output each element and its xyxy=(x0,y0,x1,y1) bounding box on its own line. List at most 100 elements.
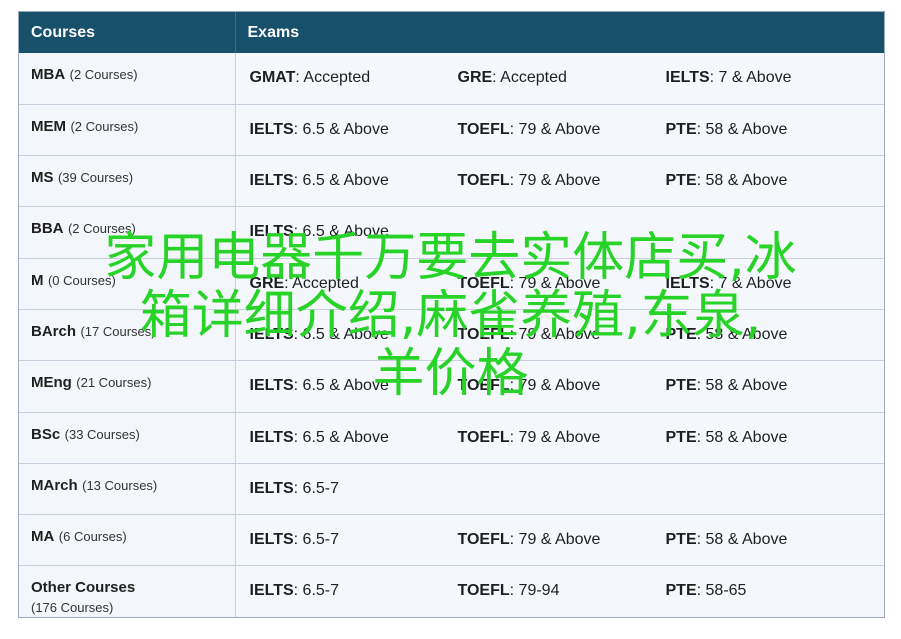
exam-requirement: IELTS: 6.5-7 xyxy=(250,531,458,549)
course-cell: MBA (2 Courses) xyxy=(19,53,236,105)
table-row: MS (39 Courses) IELTS: 6.5 & Above TOEFL: … xyxy=(19,155,884,207)
exam-name: TOEFL xyxy=(457,531,510,549)
course-name: MA xyxy=(31,528,55,546)
table-header-row: Courses Exams xyxy=(19,12,884,53)
course-cell: BBA (2 Courses) xyxy=(19,206,236,259)
exam-score: : 79 & Above xyxy=(509,377,601,395)
exam-score: : Accepted xyxy=(492,69,567,86)
exams-cell: IELTS: 6.5 & Above xyxy=(235,206,884,259)
exam-score: : 58-65 xyxy=(696,582,747,600)
exam-name: IELTS xyxy=(249,531,294,549)
exam-score: : 6.5-7 xyxy=(293,479,340,497)
course-cell: MArch (13 Courses) xyxy=(19,462,236,515)
exam-requirement: TOEFL: 79 & Above xyxy=(458,531,666,549)
course-count: (2 Courses) xyxy=(67,221,136,237)
table-row: BBA (2 Courses) IELTS: 6.5 & Above xyxy=(19,206,884,259)
exam-name: IELTS xyxy=(249,120,294,138)
course-count: (21 Courses) xyxy=(76,375,152,391)
exam-requirement: PTE: 58 & Above xyxy=(666,531,874,549)
exam-score: : 79 & Above xyxy=(509,531,601,549)
exam-requirement: TOEFL: 79-94 xyxy=(458,582,666,600)
course-cell: MA (6 Courses) xyxy=(19,514,236,566)
exams-cell: IELTS: 6.5 & Above TOEFL: 79 & Above PTE: … xyxy=(235,411,884,464)
course-count: (2 Courses) xyxy=(70,118,139,134)
exam-score: : 79 & Above xyxy=(509,172,601,190)
exam-name: TOEFL xyxy=(457,377,510,395)
exam-requirement: PTE: 58-65 xyxy=(666,582,874,600)
exam-requirement: GRE: Accepted xyxy=(250,275,458,293)
exam-name: TOEFL xyxy=(457,325,510,343)
exam-score: : 79 & Above xyxy=(509,325,601,343)
course-name: MEM xyxy=(31,117,66,135)
exam-name: IELTS xyxy=(249,223,294,241)
course-name: BArch xyxy=(31,322,77,340)
exam-requirement: IELTS: 6.5 & Above xyxy=(250,429,458,447)
exam-score: : 58 & Above xyxy=(696,120,788,138)
exam-name: PTE xyxy=(665,120,697,138)
course-cell: M (0 Courses) xyxy=(19,257,236,310)
exam-requirement: TOEFL: 79 & Above xyxy=(458,377,666,395)
course-name: BSc xyxy=(31,425,61,443)
courses-exams-table: Courses Exams MBA (2 Courses) GMAT: Accep… xyxy=(18,11,885,619)
course-count: (6 Courses) xyxy=(58,529,127,545)
table-row: MArch (13 Courses) IELTS: 6.5-7 xyxy=(19,462,884,515)
exams-cell: IELTS: 6.5-7 TOEFL: 79 & Above PTE: 58 & A… xyxy=(235,514,884,566)
course-name: Other Courses xyxy=(31,579,136,597)
exams-cell: GMAT: Accepted GRE: Accepted IELTS: 7 & Ab… xyxy=(235,53,884,105)
course-name: MEng xyxy=(31,374,72,392)
exam-score: : 6.5 & Above xyxy=(293,377,389,395)
exam-requirement: GRE: Accepted xyxy=(458,69,666,87)
exam-score: : 6.5-7 xyxy=(293,582,340,600)
exam-name: TOEFL xyxy=(457,120,510,138)
course-name: MArch xyxy=(31,476,78,494)
exam-score: : Accepted xyxy=(295,69,371,86)
exam-requirement: TOEFL: 79 & Above xyxy=(458,275,666,293)
exam-name: PTE xyxy=(665,531,697,549)
exam-requirement: GMAT: Accepted xyxy=(250,69,458,87)
course-cell: MS (39 Courses) xyxy=(19,155,236,207)
table-row: Other Courses (176 Courses) IELTS: 6.5-7 T… xyxy=(19,565,884,618)
exam-requirement: PTE: 58 & Above xyxy=(666,121,874,139)
exam-score: : 6.5 & Above xyxy=(293,223,389,241)
table-row: MA (6 Courses) IELTS: 6.5-7 TOEFL: 79 & Ab… xyxy=(19,514,884,566)
exam-requirement: TOEFL: 79 & Above xyxy=(458,121,666,139)
exams-cell: IELTS: 6.5 & Above TOEFL: 79 & Above PTE: … xyxy=(235,103,884,156)
course-cell: MEM (2 Courses) xyxy=(19,103,236,156)
course-count: (33 Courses) xyxy=(64,426,140,442)
exam-score: : Accepted xyxy=(284,274,359,292)
exam-requirement: IELTS: 6.5 & Above xyxy=(250,172,458,190)
exam-requirement: TOEFL: 79 & Above xyxy=(458,429,666,447)
exam-requirement: IELTS: 7 & Above xyxy=(666,69,874,87)
exams-header: Exams xyxy=(234,12,884,53)
exam-name: IELTS xyxy=(665,69,710,86)
exam-score: : 58 & Above xyxy=(696,428,788,446)
exam-score: : 6.5 & Above xyxy=(293,172,389,190)
exam-name: PTE xyxy=(665,325,697,343)
exam-name: TOEFL xyxy=(457,582,510,600)
course-name: BBA xyxy=(31,220,64,238)
course-count: (13 Courses) xyxy=(82,477,158,493)
course-cell: BArch (17 Courses) xyxy=(19,308,236,361)
exam-name: TOEFL xyxy=(457,172,510,190)
exam-score: : 58 & Above xyxy=(696,377,788,395)
exams-cell: IELTS: 6.5-7 TOEFL: 79-94 PTE: 58-65 xyxy=(235,565,884,618)
exam-score: : 79-94 xyxy=(509,582,560,600)
exam-requirement: IELTS: 7 & Above xyxy=(666,275,874,293)
exam-score: : 7 & Above xyxy=(709,69,792,86)
course-count: (176 Courses) xyxy=(31,600,114,616)
exam-requirement: TOEFL: 79 & Above xyxy=(458,326,666,344)
exams-cell: IELTS: 6.5 & Above TOEFL: 79 & Above PTE: … xyxy=(235,308,884,361)
course-count: (2 Courses) xyxy=(69,67,138,82)
exam-name: PTE xyxy=(665,172,697,190)
exam-score: : 7 & Above xyxy=(709,274,792,292)
exam-requirement: TOEFL: 79 & Above xyxy=(458,172,666,190)
course-count: (17 Courses) xyxy=(80,323,156,339)
course-cell: BSc (33 Courses) xyxy=(19,411,236,464)
exam-score: : 79 & Above xyxy=(509,428,601,446)
exams-cell: IELTS: 6.5 & Above TOEFL: 79 & Above PTE: … xyxy=(235,360,884,413)
exam-name: PTE xyxy=(665,377,697,395)
exam-requirement: IELTS: 6.5 & Above xyxy=(250,223,458,241)
exam-name: IELTS xyxy=(665,274,710,292)
exam-score: : 6.5-7 xyxy=(293,531,340,549)
table-row: BSc (33 Courses) IELTS: 6.5 & Above TOEFL:… xyxy=(19,411,884,464)
